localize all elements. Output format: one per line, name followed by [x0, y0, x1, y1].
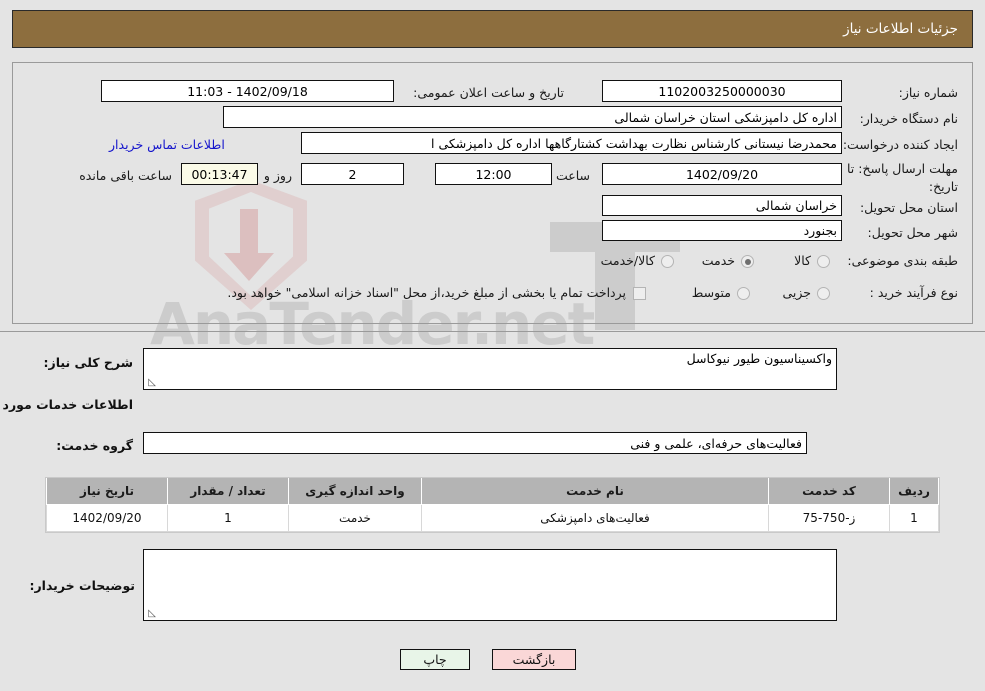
table-header-row: ردیف کد خدمت نام خدمت واحد اندازه گیری ت… — [46, 478, 939, 505]
days-value: 2 — [301, 163, 404, 185]
process-radio-motavaset[interactable] — [737, 287, 750, 300]
category-option-2-label: کالا/خدمت — [600, 253, 655, 268]
col-code: کد خدمت — [768, 478, 890, 505]
need-number-label: شماره نیاز: — [898, 85, 958, 100]
resize-handle-icon[interactable]: ◺ — [147, 378, 156, 388]
payment-note-text: پرداخت تمام یا بخشی از مبلغ خرید،از محل … — [227, 285, 626, 300]
province-label: استان محل تحویل: — [859, 200, 958, 215]
print-button[interactable]: چاپ — [400, 649, 470, 670]
page-header-bar: جزئیات اطلاعات نیاز — [12, 10, 973, 48]
treasury-docs-checkbox[interactable] — [633, 287, 646, 300]
need-desc-textarea[interactable]: واکسیناسیون طیور نیوکاسل ◺ — [143, 348, 837, 390]
public-announce-label: تاریخ و ساعت اعلان عمومی: — [413, 85, 564, 100]
need-details-panel: شماره نیاز: 1102003250000030 تاریخ و ساع… — [12, 62, 973, 324]
creator-value: محمدرضا نیستانی کارشناس نظارت بهداشت کشت… — [301, 132, 842, 154]
deadline-label-line1: مهلت ارسال پاسخ: تا — [847, 161, 958, 176]
cell-code: ز-750-75 — [768, 504, 890, 532]
buyer-contact-link[interactable]: اطلاعات تماس خریدار — [109, 137, 225, 152]
hour-label: ساعت — [555, 168, 590, 183]
city-label: شهر محل تحویل: — [867, 225, 958, 240]
cell-qty: 1 — [167, 504, 289, 532]
deadline-date-value: 1402/09/20 — [602, 163, 842, 185]
buyer-notes-textarea[interactable]: ◺ — [143, 549, 837, 621]
countdown-value: 00:13:47 — [181, 163, 258, 185]
days-label: روز و — [263, 168, 292, 183]
category-radio-khedmat[interactable] — [741, 255, 754, 268]
buyer-org-value: اداره کل دامپزشکی استان خراسان شمالی — [223, 106, 842, 128]
category-option-1-label: خدمت — [701, 253, 735, 268]
category-radio-kala-khedmat[interactable] — [661, 255, 674, 268]
creator-label: ایجاد کننده درخواست: — [842, 137, 958, 152]
services-table-wrap: ردیف کد خدمت نام خدمت واحد اندازه گیری ت… — [45, 477, 940, 533]
buyer-notes-label: توضیحات خریدار: — [29, 578, 135, 593]
col-date: تاریخ نیاز — [46, 478, 168, 505]
hour-value: 12:00 — [435, 163, 552, 185]
col-name: نام خدمت — [421, 478, 769, 505]
page-title: جزئیات اطلاعات نیاز — [843, 21, 958, 37]
service-group-value: فعالیت‌های حرفه‌ای، علمی و فنی — [143, 432, 807, 454]
section-divider — [0, 331, 985, 332]
need-desc-value: واکسیناسیون طیور نیوکاسل — [686, 351, 832, 366]
category-label: طبقه بندی موضوعی: — [847, 253, 958, 268]
services-table: ردیف کد خدمت نام خدمت واحد اندازه گیری ت… — [46, 478, 939, 532]
deadline-label-line2: تاریخ: — [928, 179, 958, 194]
cell-unit: خدمت — [288, 504, 422, 532]
buyer-org-label: نام دستگاه خریدار: — [859, 111, 958, 126]
city-value: بجنورد — [602, 220, 842, 241]
category-option-0-label: کالا — [794, 253, 811, 268]
province-value: خراسان شمالی — [602, 195, 842, 216]
cell-name: فعالیت‌های دامپزشکی — [421, 504, 769, 532]
public-announce-value: 1402/09/18 - 11:03 — [101, 80, 394, 102]
cell-date: 1402/09/20 — [46, 504, 168, 532]
services-info-title: اطلاعات خدمات مورد نیاز — [0, 397, 133, 412]
process-radio-jozii[interactable] — [817, 287, 830, 300]
back-button[interactable]: بازگشت — [492, 649, 576, 670]
page-root: AnaTender.net جزئیات اطلاعات نیاز شماره … — [0, 0, 985, 691]
service-group-label: گروه خدمت: — [56, 438, 133, 453]
col-unit: واحد اندازه گیری — [288, 478, 422, 505]
cell-row: 1 — [889, 504, 939, 532]
category-radio-kala[interactable] — [817, 255, 830, 268]
process-option-0-label: جزیی — [782, 285, 811, 300]
process-label: نوع فرآیند خرید : — [869, 285, 958, 300]
col-row: ردیف — [889, 478, 939, 505]
resize-handle-icon[interactable]: ◺ — [147, 609, 156, 619]
countdown-label: ساعت باقی مانده — [79, 168, 172, 183]
table-row: 1 ز-750-75 فعالیت‌های دامپزشکی خدمت 1 14… — [46, 504, 939, 532]
need-desc-label: شرح کلی نیاز: — [43, 355, 133, 370]
need-number-value: 1102003250000030 — [602, 80, 842, 102]
col-qty: تعداد / مقدار — [167, 478, 289, 505]
process-option-1-label: متوسط — [691, 285, 731, 300]
